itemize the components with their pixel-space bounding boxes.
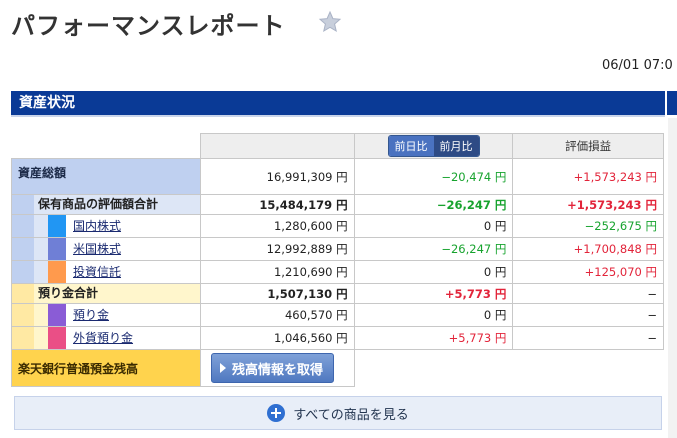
link-mutual-fund[interactable]: 投資信託	[66, 261, 200, 283]
tab-daily[interactable]: 前日比	[388, 136, 434, 156]
page-title: パフォーマンスレポート	[11, 12, 286, 40]
show-all-products-label: すべての商品を見る	[293, 407, 409, 423]
asset-table: 前日比 前月比 評価損益 資産総額 16,991,309 円 −20,474 円…	[10, 133, 664, 387]
deposits-label: 預り金合計	[34, 284, 200, 303]
section-bar-end	[667, 91, 677, 115]
fx-deposit-pl: −	[512, 326, 664, 350]
deposit-value: 460,570 円	[200, 303, 355, 327]
table-row-domestic-stock: 国内株式 1,280,600 円 0 円 −252,675 円	[10, 214, 664, 238]
section-title: 資産状況	[11, 91, 665, 115]
us-stock-value: 12,992,889 円	[200, 237, 355, 261]
link-us-stock[interactable]: 米国株式	[66, 238, 200, 260]
total-value: 16,991,309 円	[200, 158, 355, 195]
table-row-us-stock: 米国株式 12,992,889 円 −26,247 円 +1,700,848 円	[10, 237, 664, 261]
table-row-deposit: 預り金 460,570 円 0 円 −	[10, 303, 664, 327]
star-icon[interactable]	[318, 10, 342, 34]
deposit-diff: 0 円	[353, 303, 514, 327]
header-diff: 前日比 前月比	[353, 133, 514, 159]
holdings-label: 保有商品の評価額合計	[34, 195, 200, 214]
mutual-fund-pl: +125,070 円	[512, 260, 664, 284]
color-swatch	[48, 238, 66, 260]
deposits-diff: +5,773 円	[353, 283, 514, 304]
header-value	[200, 133, 355, 159]
holdings-pl: +1,573,243 円	[512, 194, 664, 215]
link-domestic-stock[interactable]: 国内株式	[66, 215, 200, 237]
color-swatch	[48, 261, 66, 283]
fx-deposit-value: 1,046,560 円	[200, 326, 355, 350]
table-row-holdings: 保有商品の評価額合計 15,484,179 円 −26,247 円 +1,573…	[10, 194, 664, 215]
domestic-stock-diff: 0 円	[353, 214, 514, 238]
table-row-deposits: 預り金合計 1,507,130 円 +5,773 円 −	[10, 283, 664, 304]
total-pl: +1,573,243 円	[512, 158, 664, 195]
domestic-stock-value: 1,280,600 円	[200, 214, 355, 238]
holdings-value: 15,484,179 円	[200, 194, 355, 215]
color-swatch	[48, 327, 66, 349]
table-row-total: 資産総額 16,991,309 円 −20,474 円 +1,573,243 円	[10, 158, 664, 195]
diff-tabs: 前日比 前月比	[387, 135, 480, 157]
tab-monthly[interactable]: 前月比	[433, 136, 479, 156]
holdings-diff: −26,247 円	[353, 194, 514, 215]
mutual-fund-diff: 0 円	[353, 260, 514, 284]
table-row-fx-deposit: 外貨預り金 1,046,560 円 +5,773 円 −	[10, 326, 664, 350]
color-swatch	[48, 215, 66, 237]
total-label: 資産総額	[10, 158, 202, 195]
header-blank	[11, 133, 201, 159]
deposits-value: 1,507,130 円	[200, 283, 355, 304]
link-fx-deposit[interactable]: 外貨預り金	[66, 327, 200, 349]
fx-deposit-diff: +5,773 円	[353, 326, 514, 350]
scrollbar[interactable]	[668, 118, 677, 438]
plus-circle-icon	[267, 404, 286, 422]
deposit-pl: −	[512, 303, 664, 327]
table-row-mutual-fund: 投資信託 1,210,690 円 0 円 +125,070 円	[10, 260, 664, 284]
fetch-balance-button[interactable]: 残高情報を取得	[211, 353, 335, 383]
color-swatch	[48, 304, 66, 326]
show-all-products-button[interactable]: すべての商品を見る	[14, 396, 662, 430]
header-pl: 評価損益	[512, 133, 664, 159]
link-deposit[interactable]: 預り金	[66, 304, 200, 326]
total-diff: −20,474 円	[353, 158, 514, 195]
report-datetime: 06/01 07:0	[602, 58, 673, 73]
us-stock-pl: +1,700,848 円	[512, 237, 664, 261]
table-header-row: 前日比 前月比 評価損益	[11, 133, 664, 159]
domestic-stock-pl: −252,675 円	[512, 214, 664, 238]
us-stock-diff: −26,247 円	[353, 237, 514, 261]
section-bar-shadow	[11, 115, 665, 117]
play-icon	[220, 363, 227, 373]
mutual-fund-value: 1,210,690 円	[200, 260, 355, 284]
bank-label: 楽天銀行普通預金残高	[10, 349, 202, 387]
table-row-bank: 楽天銀行普通預金残高 残高情報を取得	[10, 349, 664, 387]
fetch-balance-label: 残高情報を取得	[232, 362, 324, 378]
deposits-pl: −	[512, 283, 664, 304]
